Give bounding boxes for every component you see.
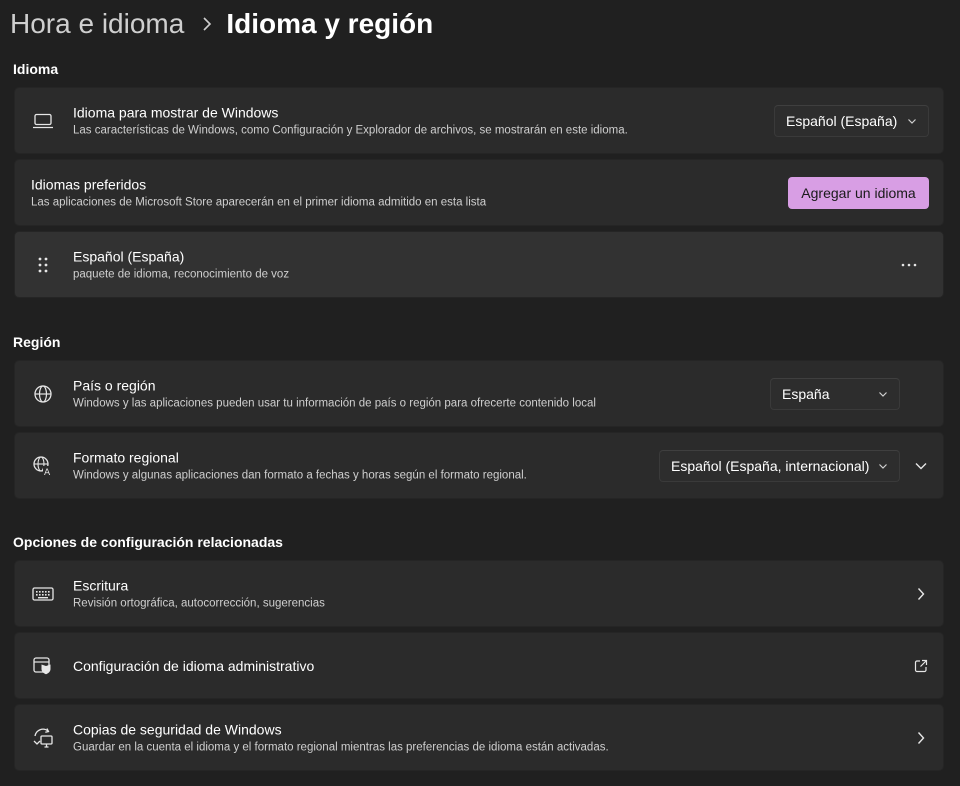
typing-card[interactable]: Escritura Revisión ortográfica, autocorr… <box>14 560 944 627</box>
regional-format-dropdown[interactable]: Español (España, internacional) <box>659 449 900 482</box>
svg-text:A: A <box>44 468 51 477</box>
backup-title: Copias de seguridad de Windows <box>73 721 282 737</box>
display-language-title: Idioma para mostrar de Windows <box>73 104 279 120</box>
globe-language-icon: A <box>31 454 55 478</box>
page-title: Idioma y región <box>226 8 434 39</box>
admin-shield-icon <box>31 654 55 678</box>
laptop-icon <box>31 109 55 133</box>
country-title: País o región <box>73 377 156 393</box>
backup-card[interactable]: Copias de seguridad de Windows Guardar e… <box>14 704 944 771</box>
display-language-dropdown[interactable]: Español (España) <box>774 104 929 137</box>
chevron-right-icon <box>202 17 212 31</box>
chevron-right-icon <box>913 586 929 602</box>
breadcrumb-parent[interactable]: Hora e idioma <box>10 8 184 40</box>
preferred-languages-desc: Las aplicaciones de Microsoft Store apar… <box>31 196 487 208</box>
globe-icon <box>31 382 55 406</box>
admin-language-card[interactable]: Configuración de idioma administrativo <box>14 632 944 699</box>
chevron-down-icon <box>877 388 889 400</box>
backup-desc: Guardar en la cuenta el idioma y el form… <box>73 741 609 753</box>
section-title-region: Región <box>13 334 61 350</box>
chevron-down-icon <box>906 115 918 127</box>
admin-language-title: Configuración de idioma administrativo <box>73 657 315 674</box>
regional-format-card[interactable]: A Formato regional Windows y algunas apl… <box>14 432 944 499</box>
external-link-icon <box>913 658 929 674</box>
keyboard-icon <box>31 582 55 606</box>
section-title-related: Opciones de configuración relacionadas <box>13 534 283 550</box>
regional-format-title: Formato regional <box>73 449 179 465</box>
regional-format-value: Español (España, internacional) <box>671 457 870 474</box>
expand-chevron-icon[interactable] <box>913 458 929 474</box>
drag-handle-icon[interactable] <box>31 253 55 277</box>
chevron-right-icon <box>913 730 929 746</box>
country-value: España <box>782 385 830 402</box>
display-language-value: Español (España) <box>786 112 898 129</box>
chevron-down-icon <box>877 460 889 472</box>
breadcrumb: Hora e idioma Idioma y región <box>10 6 433 42</box>
language-item-title: Español (España) <box>73 248 185 264</box>
display-language-desc: Las características de Windows, como Con… <box>73 124 628 136</box>
typing-desc: Revisión ortográfica, autocorrección, su… <box>73 597 325 609</box>
backup-sync-icon <box>31 726 55 750</box>
section-title-language: Idioma <box>13 61 59 77</box>
preferred-languages-card: Idiomas preferidos Las aplicaciones de M… <box>14 159 944 226</box>
more-options-icon[interactable] <box>901 257 917 273</box>
display-language-card: Idioma para mostrar de Windows Las carac… <box>14 87 944 154</box>
typing-title: Escritura <box>73 577 129 593</box>
language-item-espanol[interactable]: Español (España) paquete de idioma, reco… <box>14 231 944 298</box>
preferred-languages-title: Idiomas preferidos <box>31 176 147 192</box>
language-item-desc: paquete de idioma, reconocimiento de voz <box>73 268 290 280</box>
regional-format-desc: Windows y algunas aplicaciones dan forma… <box>73 469 527 481</box>
country-dropdown[interactable]: España <box>770 377 900 410</box>
country-card: País o región Windows y las aplicaciones… <box>14 360 944 427</box>
add-language-button[interactable]: Agregar un idioma <box>788 176 929 209</box>
country-desc: Windows y las aplicaciones pueden usar t… <box>73 397 596 409</box>
